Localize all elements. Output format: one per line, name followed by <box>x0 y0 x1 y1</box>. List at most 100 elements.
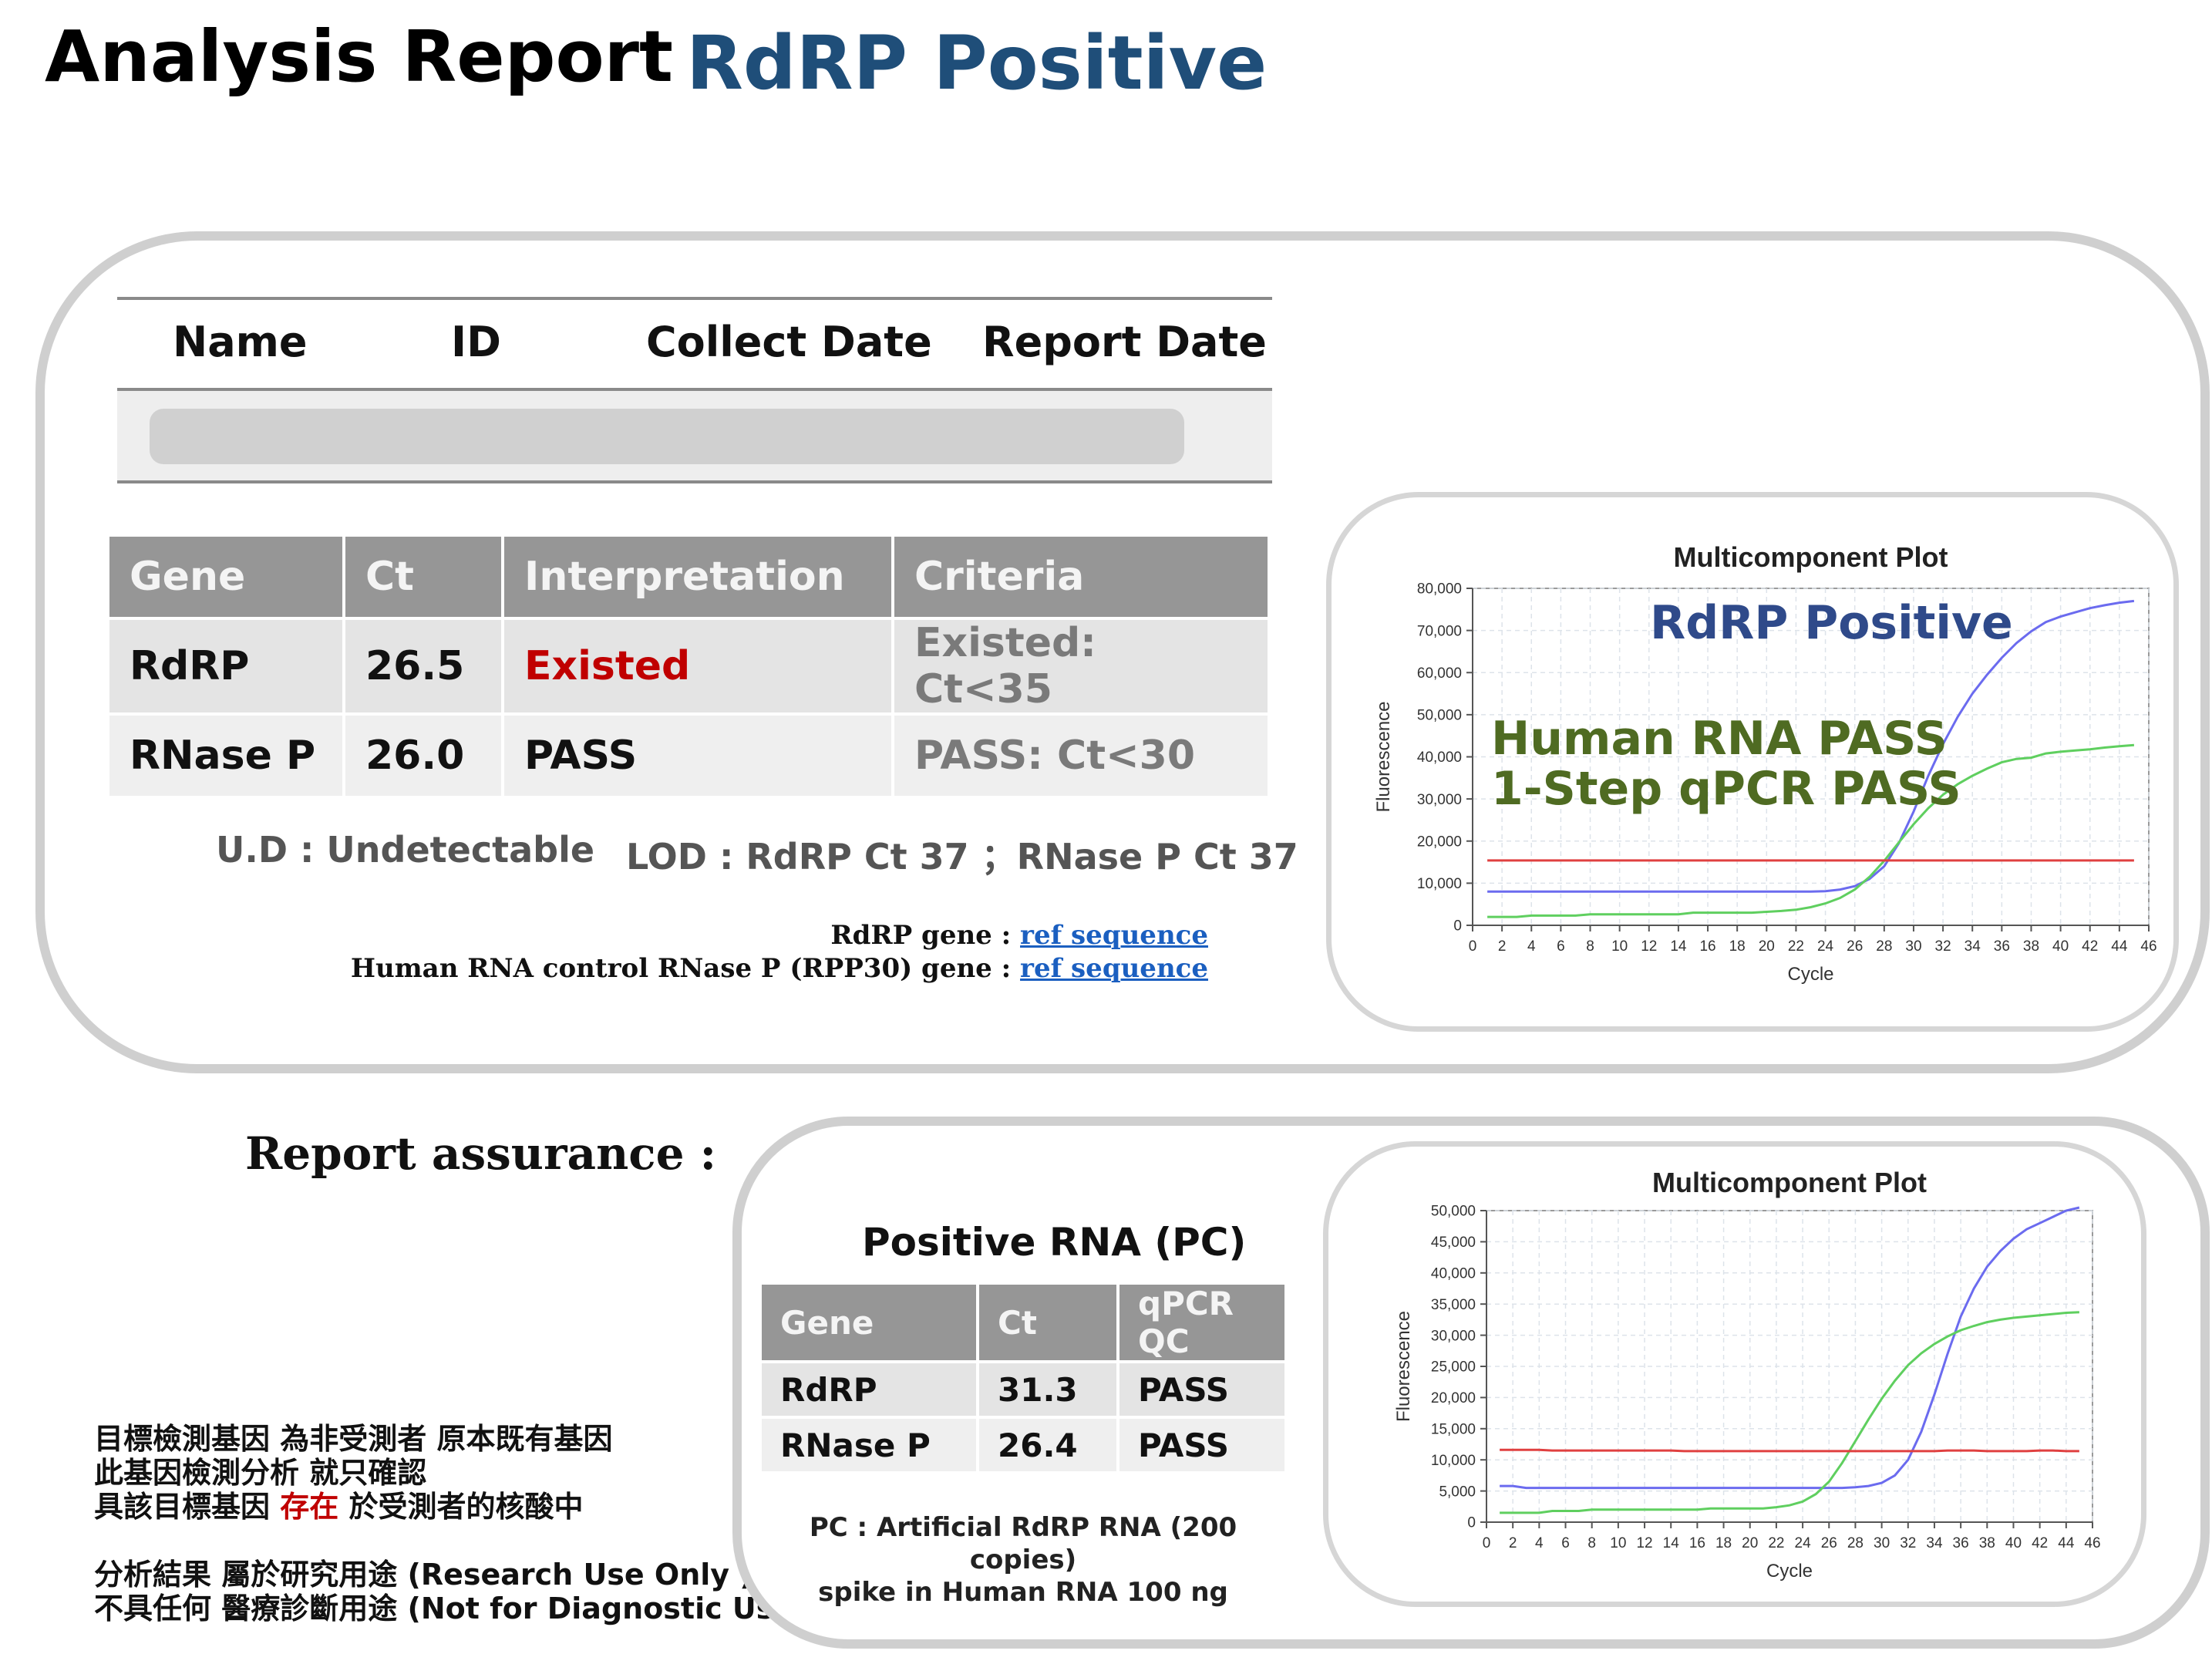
assurance-line: 分析結果 屬於研究用途 (Research Use Only ) <box>94 1558 753 1592</box>
assurance-text: 目標檢測基因 為非受測者 原本既有基因 此基因檢測分析 就只確認 具該目標基因 … <box>94 1422 807 1625</box>
header-ct: Ct <box>345 537 501 617</box>
ct-cell: 26.5 <box>345 620 501 712</box>
x-tick-label: 6 <box>1561 1535 1570 1551</box>
x-tick-label: 20 <box>1742 1535 1758 1551</box>
redacted-patient-info <box>150 409 1184 464</box>
x-tick-label: 34 <box>1926 1535 1943 1551</box>
plot-title: Multicomponent Plot <box>1674 541 1948 573</box>
x-axis-label: Cycle <box>1766 1561 1813 1582</box>
x-tick-label: 42 <box>2032 1535 2048 1551</box>
x-tick-label: 4 <box>1535 1535 1544 1551</box>
x-tick-label: 28 <box>1876 938 1892 955</box>
x-tick-label: 40 <box>2005 1535 2022 1551</box>
y-tick-label: 10,000 <box>1417 876 1462 892</box>
x-tick-label: 36 <box>1953 1535 1969 1551</box>
y-tick-label: 60,000 <box>1417 665 1462 682</box>
y-tick-label: 15,000 <box>1431 1421 1476 1437</box>
x-tick-label: 30 <box>1874 1535 1890 1551</box>
y-tick-label: 45,000 <box>1431 1235 1476 1251</box>
pc-note-line2: spike in Human RNA 100 ng <box>818 1577 1228 1608</box>
x-tick-label: 18 <box>1729 938 1746 955</box>
header-criteria: Criteria <box>894 537 1268 617</box>
assurance-title: Report assurance : <box>245 1127 717 1180</box>
ref-sequence-link-rdrp[interactable]: ref sequence <box>1020 920 1208 951</box>
col-report-date: Report Date <box>982 318 1267 366</box>
x-tick-label: 14 <box>1670 938 1687 955</box>
x-tick-label: 24 <box>1795 1535 1812 1551</box>
gene-cell: RNase P <box>109 716 342 796</box>
x-tick-label: 12 <box>1641 938 1657 955</box>
multicomponent-plot-pc: Multicomponent Plot0 2 4 6 8 10 12 14 16 18 20 22 24… <box>1393 1167 2101 1582</box>
y-tick-label: 50,000 <box>1431 1204 1476 1220</box>
y-tick-label: 35,000 <box>1431 1297 1476 1313</box>
col-id: ID <box>451 318 501 366</box>
gene-results-table: Gene Ct Interpretation Criteria RdRP 26.… <box>106 534 1271 799</box>
x-tick-label: 24 <box>1817 938 1834 955</box>
x-tick-label: 20 <box>1759 938 1775 955</box>
x-tick-label: 32 <box>1935 938 1951 955</box>
x-tick-label: 22 <box>1788 938 1804 955</box>
ref-label-rdrp: RdRP gene : <box>830 920 1021 951</box>
ct-cell: 26.4 <box>979 1419 1116 1471</box>
y-axis-label: Fluorescence <box>1393 1311 1414 1422</box>
x-tick-label: 14 <box>1663 1535 1680 1551</box>
y-axis-label: Fluorescence <box>1373 701 1394 812</box>
result-headline: RdRP Positive <box>686 20 1268 106</box>
x-tick-label: 44 <box>2058 1535 2075 1551</box>
ref-sequence-link-rnasep[interactable]: ref sequence <box>1020 953 1208 984</box>
y-tick-label: 40,000 <box>1431 1265 1476 1282</box>
x-tick-label: 6 <box>1557 938 1565 955</box>
y-tick-label: 40,000 <box>1417 750 1462 766</box>
y-tick-label: 25,000 <box>1431 1359 1476 1376</box>
plot-title: Multicomponent Plot <box>1652 1167 1927 1198</box>
pc-results-table: Gene Ct qPCR QC RdRP 31.3 PASS RNase P 2… <box>759 1282 1288 1474</box>
x-tick-label: 46 <box>2084 1535 2100 1551</box>
lod-note: LOD : RdRP Ct 37 ；RNase P Ct 37 <box>626 836 1298 878</box>
table-row: RNase P 26.0 PASS PASS: Ct<30 <box>109 716 1268 796</box>
y-tick-label: 20,000 <box>1417 834 1462 850</box>
assurance-line: 不具任何 醫療診斷用途 (Not for Diagnostic Use) <box>94 1592 807 1625</box>
assurance-line: 具該目標基因 存在 於受測者的核酸中 <box>94 1490 584 1524</box>
x-axis-label: Cycle <box>1787 964 1833 985</box>
assurance-line: 目標檢測基因 為非受測者 原本既有基因 <box>94 1422 613 1456</box>
x-tick-label: 22 <box>1768 1535 1784 1551</box>
qc-cell: PASS <box>1119 1419 1284 1471</box>
ref-label-rnasep: Human RNA control RNase P (RPP30) gene : <box>350 953 1021 984</box>
x-tick-label: 4 <box>1527 938 1536 955</box>
multicomponent-plot-sample: Multicomponent Plot0 2 4 6 8 10 12 14 16 18 20 22 24… <box>1373 541 2157 985</box>
pc-header-qc: qPCR QC <box>1119 1285 1284 1360</box>
ct-cell: 26.0 <box>345 716 501 796</box>
gene-cell: RdRP <box>109 620 342 712</box>
x-tick-label: 42 <box>2082 938 2098 955</box>
plot-area <box>1486 1210 2093 1523</box>
ct-cell: 31.3 <box>979 1363 1116 1416</box>
y-tick-label: 30,000 <box>1431 1328 1476 1344</box>
ref-line-rdrp: RdRP gene : ref sequence <box>830 920 1208 951</box>
assurance-line: 此基因檢測分析 就只確認 <box>94 1456 427 1490</box>
overlay-rdrp-positive: RdRP Positive <box>1650 596 2013 650</box>
x-tick-label: 8 <box>1586 938 1594 955</box>
report-title: Analysis Report <box>45 15 674 98</box>
x-tick-label: 34 <box>1965 938 1981 955</box>
x-tick-label: 46 <box>2140 938 2156 955</box>
x-tick-label: 26 <box>1847 938 1863 955</box>
x-tick-label: 40 <box>2052 938 2069 955</box>
x-tick-label: 30 <box>1905 938 1921 955</box>
patient-bottom-rule <box>117 480 1272 483</box>
col-collect-date: Collect Date <box>646 318 932 366</box>
ref-line-rnasep: Human RNA control RNase P (RPP30) gene :… <box>351 953 1208 984</box>
table-row: RdRP 31.3 PASS <box>762 1363 1284 1416</box>
table-row: RNase P 26.4 PASS <box>762 1419 1284 1471</box>
x-tick-label: 0 <box>1469 938 1477 955</box>
y-tick-label: 0 <box>1453 918 1462 935</box>
x-tick-label: 32 <box>1900 1535 1916 1551</box>
overlay-qpcr-pass: 1-Step qPCR PASS <box>1491 762 1961 816</box>
overlay-human-rna-pass: Human RNA PASS <box>1491 712 1948 766</box>
table-row: RdRP 26.5 Existed Existed: Ct<35 <box>109 620 1268 712</box>
gene-cell: RdRP <box>762 1363 976 1416</box>
y-tick-label: 80,000 <box>1417 581 1462 598</box>
x-tick-label: 16 <box>1689 1535 1705 1551</box>
x-tick-label: 0 <box>1483 1535 1491 1551</box>
x-tick-label: 8 <box>1587 1535 1596 1551</box>
x-tick-label: 18 <box>1715 1535 1732 1551</box>
